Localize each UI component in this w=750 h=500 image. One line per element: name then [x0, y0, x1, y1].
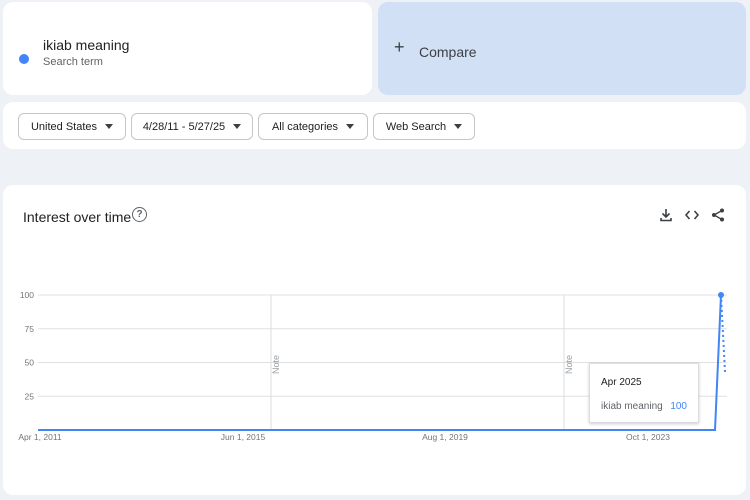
note-label: Note	[564, 355, 574, 374]
x-tick-label: Jun 1, 2015	[221, 432, 266, 442]
note-label: Note	[271, 355, 281, 374]
peak-point	[718, 292, 724, 298]
tooltip-value: 100	[670, 401, 687, 412]
y-tick-label: 25	[25, 391, 35, 401]
y-tick-label: 100	[20, 290, 34, 300]
y-tick-label: 75	[25, 324, 35, 334]
series-partial-data-line	[720, 294, 726, 373]
x-tick-label: Oct 1, 2023	[626, 432, 670, 442]
x-tick-label: Apr 1, 2011	[18, 432, 62, 442]
y-tick-label: 50	[25, 358, 35, 368]
tooltip-date: Apr 2025	[601, 377, 642, 388]
tooltip-term: ikiab meaning	[601, 401, 663, 412]
chart-tooltip: Apr 2025 ikiab meaning 100	[589, 363, 699, 423]
interest-chart: Note Note 100 75 50 25 Apr 1, 2011 Jun 1, 2015…	[18, 290, 727, 442]
x-tick-label: Aug 1, 2019	[422, 432, 468, 442]
